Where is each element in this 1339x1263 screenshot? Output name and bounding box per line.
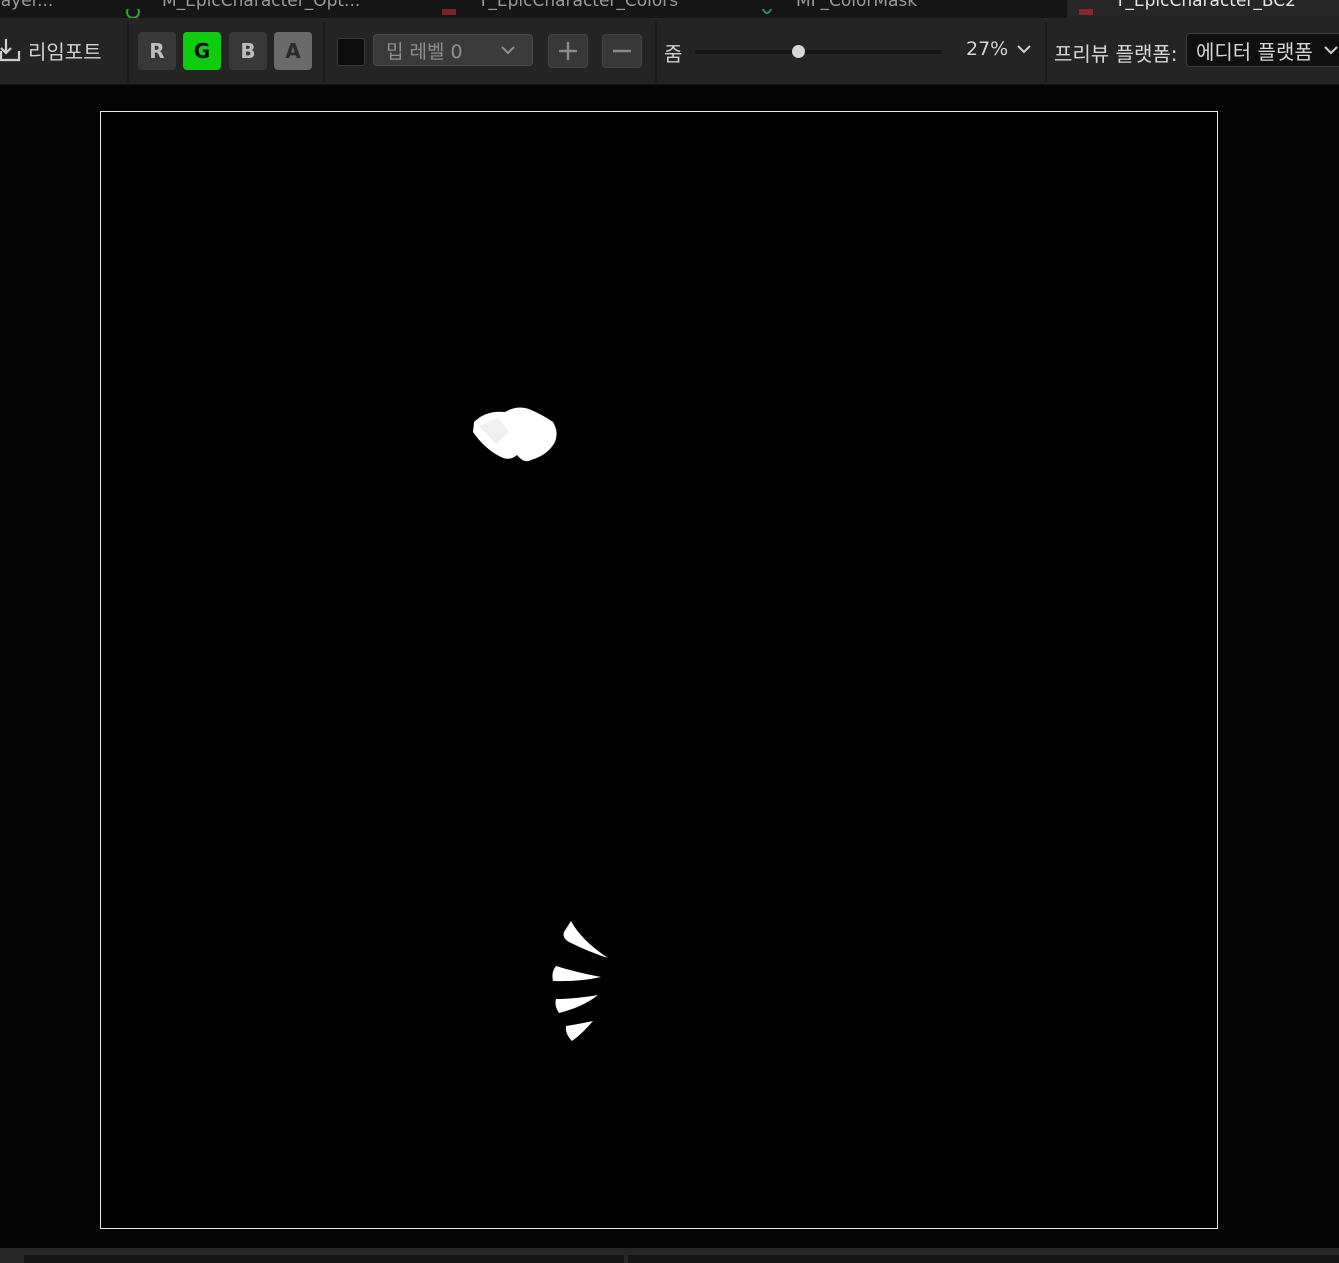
bottom-panel-segment [24, 1255, 624, 1263]
zoom-value-dropdown[interactable]: 27% [966, 38, 1032, 60]
plus-icon [559, 42, 577, 60]
tab-mf-colormask[interactable]: MF_ColorMask [760, 0, 1060, 18]
texture-icon [1079, 4, 1093, 15]
tab-label: MF_ColorMask [796, 0, 918, 11]
document-tab-strip: layer... M_EpicCharacter_Opt... T_EpicCh… [0, 0, 1339, 18]
reimport-icon [0, 39, 21, 62]
chevron-down-icon [501, 46, 515, 55]
mip-level-value: 밉 레벨 0 [386, 40, 463, 63]
material-function-icon [760, 4, 774, 14]
channel-g-button[interactable]: G [183, 32, 221, 70]
channel-a-button[interactable]: A [274, 32, 312, 70]
tab-label: layer... [0, 0, 54, 11]
zoom-slider-track[interactable] [695, 50, 942, 54]
chevron-down-icon [1017, 45, 1031, 54]
lip-mask-shape [473, 407, 557, 462]
texture-editor-toolbar: 리임포트 R G B A 밉 레벨 0 줌 27% 프리뷰 플랫폼: 에디터 플… [0, 18, 1339, 85]
tab-texture-bc2[interactable]: T_EpicCharacter_BC2 [1067, 0, 1339, 18]
preview-platform-dropdown[interactable]: 에디터 플랫폼 [1186, 33, 1339, 67]
texture-icon [442, 4, 456, 15]
tab-material-opt[interactable]: M_EpicCharacter_Opt... [126, 0, 426, 18]
toolbar-divider [655, 22, 657, 82]
toolbar-divider [323, 22, 325, 82]
texture-preview-canvas[interactable] [100, 111, 1218, 1229]
material-icon [126, 4, 140, 18]
chevron-down-icon [1324, 46, 1338, 55]
mip-decrease-button[interactable] [602, 34, 642, 68]
minus-icon [613, 49, 631, 53]
channel-b-button[interactable]: B [229, 32, 267, 70]
tab-label: T_EpicCharacter_Colors [478, 0, 679, 11]
texture-mask-image [473, 407, 608, 1041]
lash-mask-shapes [552, 921, 608, 1041]
tab-layer[interactable]: layer... [0, 0, 106, 18]
tab-label: T_EpicCharacter_BC2 [1115, 0, 1296, 11]
zoom-label: 줌 [664, 42, 683, 66]
bottom-status-strip [0, 1248, 1339, 1263]
tab-label: M_EpicCharacter_Opt... [162, 0, 361, 11]
zoom-slider-thumb[interactable] [792, 45, 806, 58]
preview-platform-value: 에디터 플랫폼 [1196, 39, 1313, 64]
reimport-button[interactable]: 리임포트 [0, 32, 102, 68]
tab-texture-colors[interactable]: T_EpicCharacter_Colors [442, 0, 742, 18]
toolbar-divider [127, 22, 129, 82]
texture-viewport[interactable] [0, 85, 1339, 1248]
mip-level-dropdown[interactable]: 밉 레벨 0 [373, 34, 533, 66]
preview-platform-label: 프리뷰 플랫폼: [1054, 42, 1178, 66]
channel-r-button[interactable]: R [138, 32, 176, 70]
background-color-swatch[interactable] [337, 38, 365, 66]
mip-increase-button[interactable] [548, 34, 588, 68]
reimport-label: 리임포트 [28, 39, 102, 64]
bottom-panel-segment [628, 1255, 1339, 1263]
zoom-value: 27% [966, 38, 1009, 60]
toolbar-divider [1045, 22, 1047, 82]
